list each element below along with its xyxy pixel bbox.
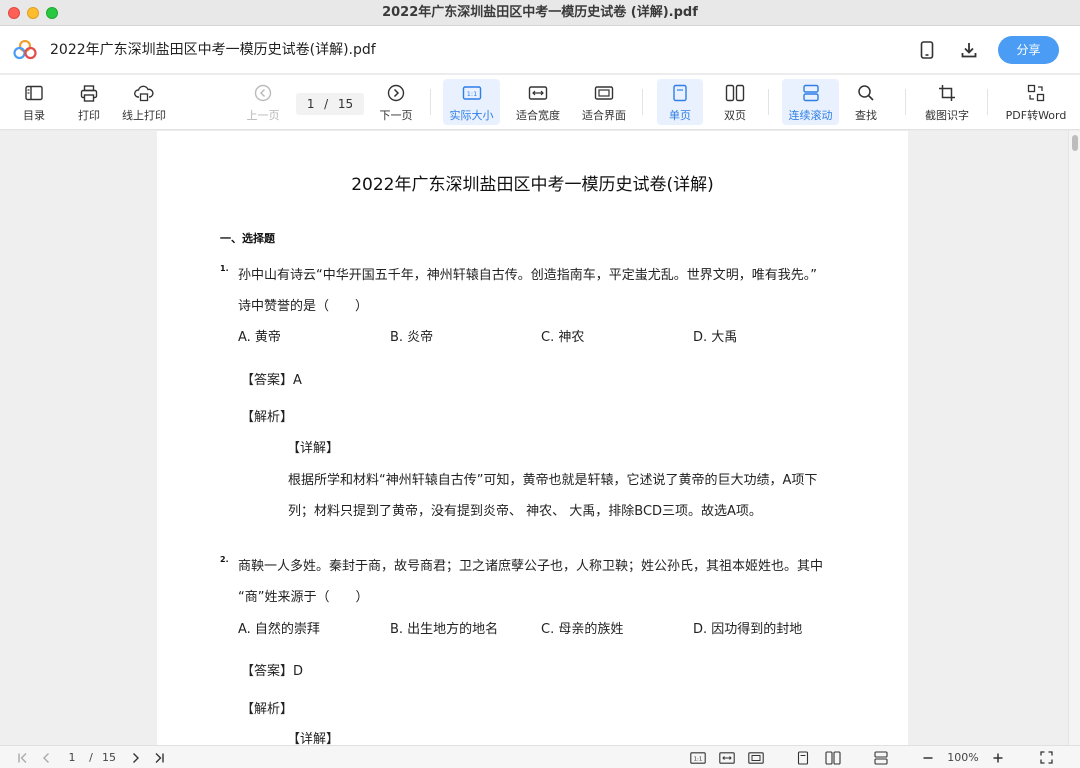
detail-heading: 【详解】 (287, 441, 340, 456)
section-heading: 一、选择题 (220, 232, 275, 245)
prev-page-icon (254, 84, 272, 102)
print-button[interactable]: 打印 (70, 79, 108, 125)
status-page-separator: / (89, 751, 93, 764)
svg-text:1:1: 1:1 (466, 90, 476, 98)
continuous-scroll-icon (802, 84, 819, 102)
fit-screen-button[interactable]: 适合界面 (578, 79, 630, 125)
app-header: 2022年广东深圳盐田区中考一模历史试卷(详解).pdf 分享 (0, 26, 1080, 74)
online-print-button[interactable]: 线上打印 (118, 79, 170, 125)
continuous-scroll-button[interactable]: 连续滚动 (782, 79, 839, 125)
next-page-icon (387, 84, 405, 102)
vertical-scrollbar[interactable] (1068, 131, 1080, 745)
detail-text: 根据所学和材料“神州轩辕自古传”可知，黄帝也就是轩辕，它述说了黄帝的巨大功绩，A… (288, 473, 818, 488)
zoom-out-icon[interactable] (919, 746, 937, 768)
continuous-scroll-small-icon[interactable] (871, 746, 891, 768)
download-icon[interactable] (958, 39, 980, 61)
option-b: B. 出生地方的地名 (390, 622, 499, 637)
actual-size-button[interactable]: 1:1 实际大小 (443, 79, 500, 125)
fit-width-icon (528, 86, 548, 100)
last-page-icon[interactable] (150, 746, 168, 768)
find-button[interactable]: 查找 (848, 79, 884, 125)
toolbar-divider (987, 89, 988, 115)
prev-page-small-icon[interactable] (38, 746, 54, 768)
option-d: D. 大禹 (693, 330, 738, 345)
answer: 【答案】A (241, 373, 302, 388)
status-total-pages: 15 (102, 751, 116, 764)
pdf-to-word-button[interactable]: PDF转Word (1002, 79, 1070, 125)
document-title: 2022年广东深圳盐田区中考一模历史试卷(详解) (351, 175, 714, 195)
window-titlebar: 2022年广东深圳盐田区中考一模历史试卷 (详解).pdf (0, 0, 1080, 26)
detail-heading: 【详解】 (287, 732, 340, 745)
page-separator: / (324, 97, 329, 111)
crop-icon (939, 85, 955, 101)
question-text: 孙中山有诗云“中华开国五千年，神州轩辕自古传。创造指南车，平定蚩尤乱。世界文明，… (238, 268, 817, 283)
toolbar: 目录 打印 线上打印 上一页 1 / 15 下一页 1:1 实际大小 适合宽度 … (0, 75, 1080, 130)
question-text: 诗中赞誉的是（ ） (238, 299, 369, 314)
question-number: 1. (220, 264, 229, 273)
double-page-button[interactable]: 双页 (714, 79, 756, 125)
toc-button[interactable]: 目录 (14, 79, 54, 125)
actual-size-icon: 1:1 (462, 86, 481, 100)
window-title: 2022年广东深圳盐田区中考一模历史试卷 (详解).pdf (382, 5, 698, 20)
toc-icon (25, 85, 43, 101)
option-d: D. 因功得到的封地 (693, 622, 803, 637)
detail-text: 列；材料只提到了黄帝，没有提到炎帝、 神农、 大禹，排除BCD三项。故选A项。 (288, 504, 762, 519)
zoom-in-icon[interactable] (989, 746, 1007, 768)
svg-text:1:1: 1:1 (694, 756, 703, 762)
toolbar-divider (768, 89, 769, 115)
current-page: 1 (306, 97, 315, 111)
search-icon (858, 85, 874, 101)
mobile-device-icon[interactable] (916, 39, 938, 61)
option-c: C. 神农 (541, 330, 585, 345)
app-logo-icon (13, 40, 37, 60)
toolbar-divider (642, 89, 643, 115)
prev-page-button[interactable]: 上一页 (242, 79, 284, 125)
scrollbar-thumb[interactable] (1072, 135, 1078, 151)
option-a: A. 黄帝 (238, 330, 281, 345)
convert-icon (1027, 84, 1045, 102)
question-text: 商鞅一人多姓。秦封于商，故号商君；卫之诸庶孽公子也，人称卫鞅；姓公孙氏，其祖本姬… (238, 559, 824, 574)
fit-screen-small-icon[interactable] (746, 746, 766, 768)
first-page-icon[interactable] (14, 746, 32, 768)
option-b: B. 炎帝 (390, 330, 434, 345)
toolbar-divider (430, 89, 431, 115)
fit-width-button[interactable]: 适合宽度 (512, 79, 564, 125)
answer: 【答案】D (241, 664, 304, 679)
share-button[interactable]: 分享 (998, 36, 1059, 64)
analysis-heading: 【解析】 (241, 410, 294, 425)
single-page-button[interactable]: 单页 (657, 79, 703, 125)
screenshot-ocr-button[interactable]: 截图识字 (920, 79, 974, 125)
document-viewer[interactable]: 2022年广东深圳盐田区中考一模历史试卷(详解) 一、选择题 1. 孙中山有诗云… (0, 131, 1080, 745)
zoom-level[interactable]: 100% (942, 746, 984, 768)
cloud-print-icon (134, 85, 154, 101)
page-number-input[interactable]: 1 / 15 (296, 93, 364, 115)
next-page-small-icon[interactable] (128, 746, 144, 768)
actual-size-small-icon[interactable]: 1:1 (688, 746, 708, 768)
single-page-small-icon[interactable] (794, 746, 812, 768)
fit-width-small-icon[interactable] (717, 746, 737, 768)
double-page-small-icon[interactable] (823, 746, 843, 768)
document-name: 2022年广东深圳盐田区中考一模历史试卷(详解).pdf (50, 42, 376, 58)
next-page-button[interactable]: 下一页 (374, 79, 418, 125)
option-c: C. 母亲的族姓 (541, 622, 624, 637)
question-number: 2. (220, 555, 229, 564)
option-a: A. 自然的崇拜 (238, 622, 320, 637)
single-page-icon (673, 84, 687, 102)
pdf-page: 2022年广东深圳盐田区中考一模历史试卷(详解) 一、选择题 1. 孙中山有诗云… (157, 131, 908, 745)
toolbar-divider (905, 89, 906, 115)
printer-icon (80, 84, 98, 102)
fit-screen-icon (594, 86, 614, 100)
fullscreen-icon[interactable] (1036, 746, 1056, 768)
status-bar: 1 / 15 1:1 100% (0, 745, 1080, 768)
question-text: “商”姓来源于（ ） (238, 590, 369, 605)
analysis-heading: 【解析】 (241, 702, 294, 717)
status-current-page[interactable]: 1 (64, 746, 80, 768)
total-pages: 15 (337, 97, 354, 111)
double-page-icon (725, 84, 745, 102)
